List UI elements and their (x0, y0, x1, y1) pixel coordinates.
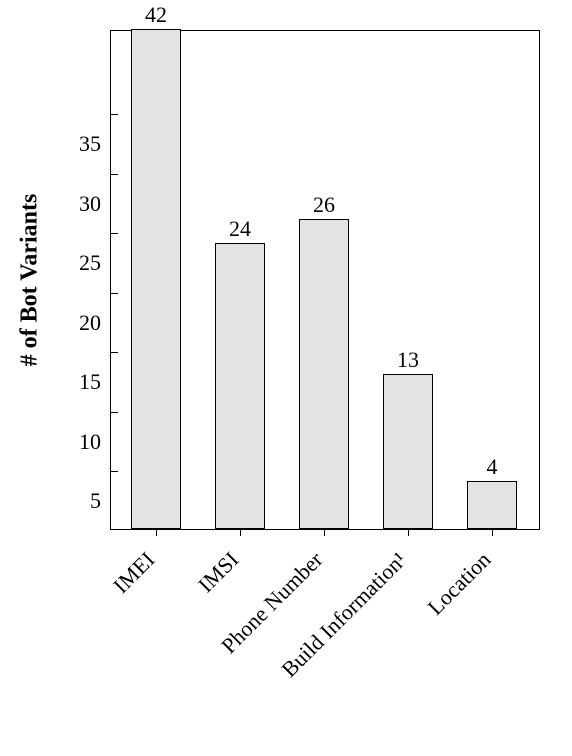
y-tick-label: 20 (79, 310, 101, 336)
bar-value-label: 13 (397, 347, 419, 373)
x-tick (240, 529, 241, 536)
bar-imsi (215, 243, 265, 529)
bar-phone-number (299, 219, 349, 529)
y-tick-label: 15 (79, 369, 101, 395)
x-tick-label: Location (336, 547, 496, 707)
y-tick-label: 10 (79, 429, 101, 455)
plot-area: 5 10 15 20 25 30 35 42 24 26 13 4 IMEI I… (110, 30, 540, 530)
x-tick-label: IMEI (0, 547, 160, 707)
x-tick-label: IMSI (84, 547, 244, 707)
x-tick (492, 529, 493, 536)
bar-build-information (383, 374, 433, 529)
bar-value-label: 42 (145, 2, 167, 28)
y-tick-label: 25 (79, 250, 101, 276)
x-tick-label: Phone Number (168, 547, 328, 707)
y-tick (111, 174, 118, 175)
y-axis-label: # of Bot Variants (17, 194, 44, 367)
bar-imei (131, 29, 181, 529)
y-tick-label: 5 (90, 488, 101, 514)
y-tick-label: 30 (79, 191, 101, 217)
y-tick (111, 114, 118, 115)
bar-value-label: 26 (313, 192, 335, 218)
x-tick (156, 529, 157, 536)
y-tick (111, 233, 118, 234)
chart-container: # of Bot Variants 5 10 15 20 25 30 35 42… (0, 0, 572, 756)
y-tick (111, 471, 118, 472)
bar-value-label: 4 (487, 454, 498, 480)
x-tick (324, 529, 325, 536)
y-tick (111, 412, 118, 413)
y-tick (111, 293, 118, 294)
y-tick-label: 35 (79, 131, 101, 157)
bar-location (467, 481, 517, 529)
x-tick (408, 529, 409, 536)
y-tick (111, 352, 118, 353)
bar-value-label: 24 (229, 216, 251, 242)
